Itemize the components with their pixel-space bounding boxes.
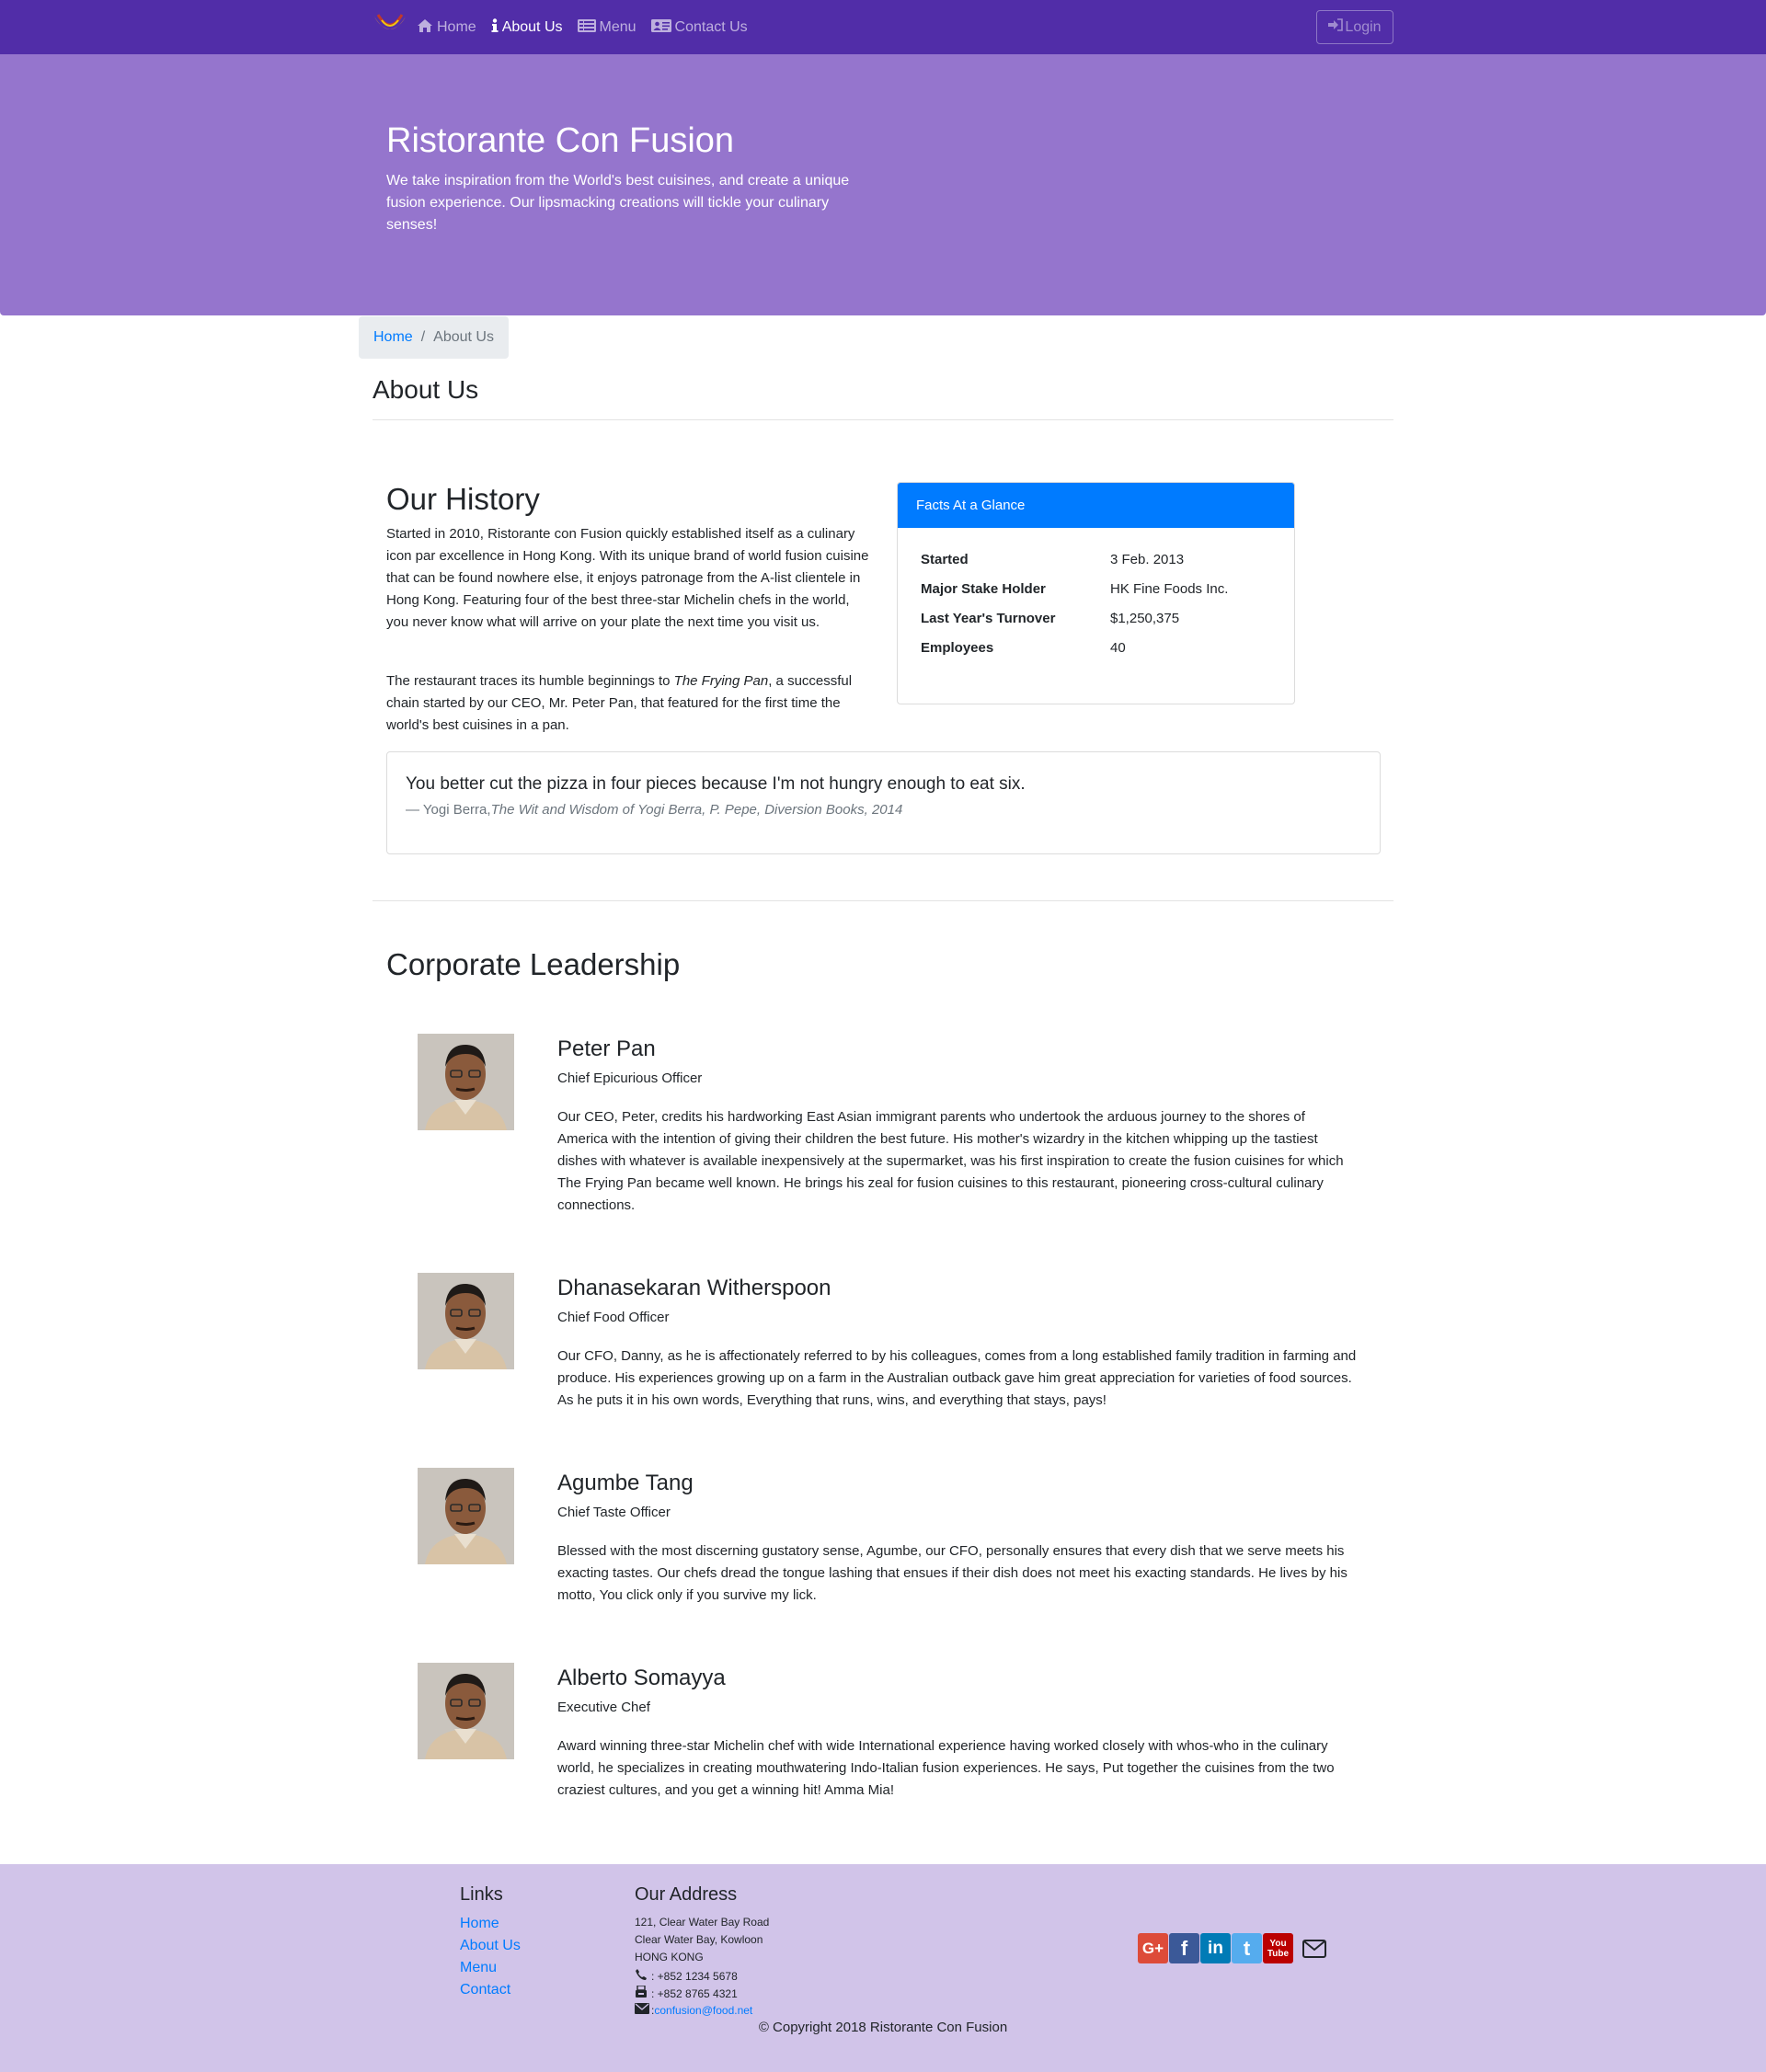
fax-line: : +852 8765 4321: [635, 1985, 738, 2001]
leader-description: Award winning three-star Michelin chef w…: [557, 1738, 1335, 1798]
youtube-icon[interactable]: You Tube: [1263, 1933, 1293, 1963]
nav-menu[interactable]: Menu: [577, 18, 636, 36]
leader-description: Blessed with the most discerning gustato…: [557, 1543, 1347, 1603]
restaurant-tagline: We take inspiration from the World's bes…: [386, 173, 850, 233]
quote-attribution: — Yogi Berra,The Wit and Wisdom of Yogi …: [406, 802, 903, 818]
address-line: HONG KONG: [635, 1951, 704, 1963]
breadcrumb-home-link[interactable]: Home: [373, 329, 413, 346]
leader-name: Peter Pan: [557, 1036, 656, 1061]
leader-photo: [418, 1273, 514, 1369]
logo[interactable]: [373, 11, 407, 42]
facts-row: Employees 40: [921, 640, 1126, 656]
breadcrumb: Home / About Us: [359, 316, 509, 359]
nav-contact[interactable]: Contact Us: [650, 18, 748, 36]
nav-home[interactable]: Home: [417, 18, 476, 36]
nav-home-label: Home: [437, 18, 476, 35]
leader-name: Agumbe Tang: [557, 1471, 694, 1495]
leader-photo: [418, 1663, 514, 1759]
facebook-icon[interactable]: f: [1169, 1933, 1199, 1963]
page-title: About Us: [373, 375, 479, 404]
leader-description: Our CFO, Danny, as he is affectionately …: [557, 1348, 1357, 1408]
address-card-icon: [650, 18, 671, 36]
twitter-icon[interactable]: t: [1232, 1933, 1262, 1963]
leader-photo: [418, 1468, 514, 1564]
email-link[interactable]: confusion@food.net: [654, 2004, 752, 2017]
leader-description: Our CEO, Peter, credits his hardworking …: [557, 1109, 1344, 1213]
footer-link-home[interactable]: Home: [460, 1916, 499, 1932]
login-button[interactable]: Login: [1316, 10, 1393, 44]
divider: [373, 900, 1393, 901]
history-paragraph-1: Started in 2010, Ristorante con Fusion q…: [386, 526, 869, 630]
quote-text: You better cut the pizza in four pieces …: [406, 774, 1026, 794]
facts-row: Started 3 Feb. 2013: [921, 552, 1185, 567]
footer-link-contact[interactable]: Contact: [460, 1982, 510, 1998]
history-paragraph-2: The restaurant traces its humble beginni…: [386, 673, 853, 733]
jumbotron: Ristorante Con Fusion We take inspiratio…: [0, 54, 1766, 315]
navbar: Home About Us Menu Contact Us Login: [0, 0, 1766, 54]
leader-designation: Executive Chef: [557, 1700, 650, 1715]
phone-icon: [635, 1968, 651, 1984]
facts-header: Facts At a Glance: [898, 483, 1294, 528]
phone-line: : +852 1234 5678: [635, 1968, 738, 1984]
copyright: © Copyright 2018 Ristorante Con Fusion: [758, 2020, 1008, 2035]
mail-icon[interactable]: [1298, 1933, 1331, 1963]
nav-about-label: About Us: [501, 18, 563, 35]
footer-links-title: Links: [460, 1884, 503, 1905]
leader-photo: [418, 1034, 514, 1130]
home-icon: [417, 18, 433, 36]
envelope-icon: [635, 2003, 651, 2017]
nav-contact-label: Contact Us: [674, 18, 748, 35]
address-line: Clear Water Bay, Kowloon: [635, 1933, 763, 1946]
email-line: : confusion@food.net: [635, 2003, 752, 2017]
nav-about[interactable]: About Us: [491, 18, 563, 36]
leadership-title: Corporate Leadership: [386, 947, 681, 981]
login-label: Login: [1345, 18, 1382, 35]
history-title: Our History: [386, 482, 540, 516]
breadcrumb-current: About Us: [433, 329, 494, 345]
facts-row: Major Stake Holder HK Fine Foods Inc.: [921, 581, 1229, 597]
footer: [0, 1864, 1766, 2072]
leader-designation: Chief Epicurious Officer: [557, 1070, 703, 1086]
facts-row: Last Year's Turnover $1,250,375: [921, 611, 1180, 626]
breadcrumb-separator: /: [420, 329, 426, 345]
address-line: 121, Clear Water Bay Road: [635, 1916, 770, 1929]
footer-link-about[interactable]: About Us: [460, 1938, 521, 1954]
fax-icon: [635, 1985, 651, 2001]
footer-link-menu[interactable]: Menu: [460, 1960, 497, 1976]
leader-name: Dhanasekaran Witherspoon: [557, 1276, 831, 1300]
sign-in-icon: [1328, 18, 1344, 36]
divider: [373, 419, 1393, 420]
quote-card: You better cut the pizza in four pieces …: [386, 751, 1381, 854]
leader-designation: Chief Food Officer: [557, 1310, 670, 1325]
info-icon: [491, 18, 499, 36]
list-icon: [577, 18, 596, 36]
leader-name: Alberto Somayya: [557, 1666, 726, 1690]
nav-menu-label: Menu: [599, 18, 636, 35]
linkedin-icon[interactable]: in: [1200, 1933, 1231, 1963]
google-plus-icon[interactable]: G+: [1138, 1933, 1168, 1963]
facts-card: Facts At a Glance Started 3 Feb. 2013 Maj…: [897, 482, 1295, 704]
footer-address-title: Our Address: [635, 1884, 738, 1905]
restaurant-title: Ristorante Con Fusion: [386, 121, 735, 160]
social-buttons: G+ f in t You Tube: [1138, 1933, 1331, 1963]
leader-designation: Chief Taste Officer: [557, 1505, 671, 1520]
